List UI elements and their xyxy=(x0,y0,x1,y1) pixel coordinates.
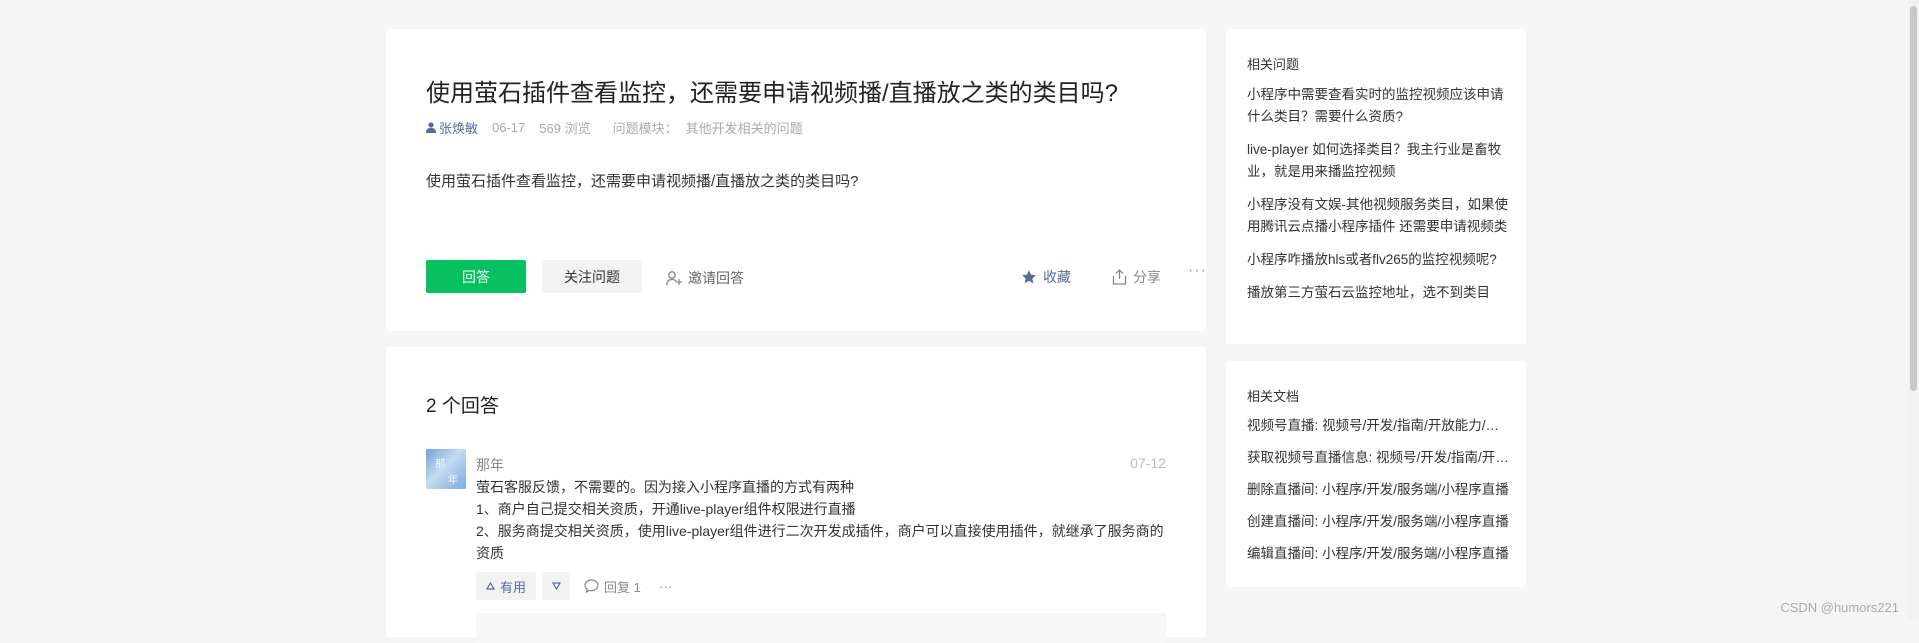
star-icon xyxy=(1022,270,1036,284)
related-doc-link[interactable]: 编辑直播间: 小程序/开发/服务端/小程序直播 xyxy=(1247,543,1509,565)
scrollbar-thumb[interactable] xyxy=(1910,6,1917,391)
invite-user-icon xyxy=(666,270,682,286)
invite-answer-button[interactable]: 邀请回答 xyxy=(666,268,744,288)
not-useful-button[interactable] xyxy=(542,572,571,600)
useful-label: 有用 xyxy=(500,579,527,595)
user-icon xyxy=(426,122,436,133)
reply-area xyxy=(476,613,1166,643)
question-body: 使用萤石插件查看监控，还需要申请视频播/直播放之类的类目吗? xyxy=(426,173,859,190)
answer-more-button[interactable]: ··· xyxy=(659,578,673,594)
related-questions-title: 相关问题 xyxy=(1247,57,1300,72)
share-label: 分享 xyxy=(1133,269,1161,285)
related-questions-card: 相关问题 小程序中需要查看实时的监控视频应该申请什么类目？需要什么资质? liv… xyxy=(1226,29,1526,344)
related-question-link[interactable]: 小程序没有文娱-其他视频服务类目，如果使用腾讯云点播小程序插件 还需要申请视频类… xyxy=(1247,194,1509,238)
answer-line: 2、服务商提交相关资质，使用live-player组件进行二次开发成插件，商户可… xyxy=(476,523,1164,561)
question-title: 使用萤石插件查看监控，还需要申请视频播/直播放之类的类目吗? xyxy=(426,80,1119,107)
comment-icon xyxy=(584,579,599,593)
answer-date: 07-12 xyxy=(1130,455,1166,471)
answer-actions: 有用 回复 1 ··· xyxy=(476,571,673,601)
page-scrollbar[interactable] xyxy=(1908,0,1919,621)
useful-button[interactable]: 有用 xyxy=(476,572,537,600)
related-questions-list: 小程序中需要查看实时的监控视频应该申请什么类目？需要什么资质? live-pla… xyxy=(1247,84,1509,315)
related-docs-title: 相关文档 xyxy=(1247,389,1300,404)
related-question-text: 小程序没有文娱-其他视频服务类目，如果使用腾讯云点播小程序插件 还需要申请视频类… xyxy=(1247,197,1508,234)
module-link[interactable]: 其他开发相关的问题 xyxy=(686,118,803,137)
favorite-button[interactable]: 收藏 xyxy=(1021,267,1071,287)
more-options-button[interactable]: ··· xyxy=(1188,262,1207,280)
answers-count-heading: 2 个回答 xyxy=(426,396,499,417)
related-question-link[interactable]: 播放第三方萤石云监控地址，选不到类目 xyxy=(1247,282,1509,304)
reply-label: 回复 1 xyxy=(604,579,641,595)
favorite-label: 收藏 xyxy=(1043,269,1071,285)
author-link[interactable]: 张焕敏 xyxy=(426,118,478,137)
answers-card: 2 个回答 那年 那年 07-12 萤石客服反馈，不需要的。因为接入小程序直播的… xyxy=(386,347,1206,643)
related-doc-link[interactable]: 删除直播间: 小程序/开发/服务端/小程序直播 xyxy=(1247,479,1509,501)
answer-button[interactable]: 回答 xyxy=(426,260,526,293)
invite-label: 邀请回答 xyxy=(688,270,744,286)
answer-line: 萤石客服反馈，不需要的。因为接入小程序直播的方式有两种 xyxy=(476,479,854,495)
related-question-link[interactable]: 小程序中需要查看实时的监控视频应该申请什么类目？需要什么资质? xyxy=(1247,84,1509,128)
avatar[interactable]: 那年 xyxy=(426,449,466,489)
related-docs-list: 视频号直播: 视频号/开发/指南/开放能力/视频号直播 获取视频号直播信息: 视… xyxy=(1247,415,1509,575)
module-label: 问题模块： xyxy=(612,121,678,136)
triangle-up-icon xyxy=(486,582,495,590)
triangle-down-icon xyxy=(551,582,561,590)
answerer-name[interactable]: 那年 xyxy=(476,455,504,475)
question-card: 使用萤石插件查看监控，还需要申请视频播/直播放之类的类目吗? 张焕敏 06-17… xyxy=(386,29,1206,331)
related-doc-link[interactable]: 视频号直播: 视频号/开发/指南/开放能力/视频号直播 xyxy=(1247,415,1509,437)
related-doc-link[interactable]: 获取视频号直播信息: 视频号/开发/指南/开放能力 xyxy=(1247,447,1509,469)
question-date: 06-17 xyxy=(492,120,526,135)
author-name: 张焕敏 xyxy=(439,121,479,136)
related-doc-link[interactable]: 创建直播间: 小程序/开发/服务端/小程序直播 xyxy=(1247,511,1509,533)
watermark: CSDN @humors221 xyxy=(1780,600,1899,615)
related-docs-card: 相关文档 视频号直播: 视频号/开发/指南/开放能力/视频号直播 获取视频号直播… xyxy=(1226,361,1526,587)
reply-button[interactable]: 回复 1 xyxy=(584,577,641,596)
related-question-link[interactable]: live-player 如何选择类目？我主行业是畜牧业，就是用来播监控视频 xyxy=(1247,139,1509,183)
share-icon xyxy=(1112,269,1127,285)
view-count: 569 浏览 xyxy=(539,121,591,136)
answer-line: 1、商户自己提交相关资质，开通live-player组件权限进行直播 xyxy=(476,501,856,517)
answer-body: 萤石客服反馈，不需要的。因为接入小程序直播的方式有两种 1、商户自己提交相关资质… xyxy=(476,476,1166,564)
question-meta: 张焕敏 06-17 569 浏览 问题模块： 其他开发相关的问题 xyxy=(426,118,803,137)
follow-question-button[interactable]: 关注问题 xyxy=(542,260,642,293)
related-question-link[interactable]: 小程序咋播放hls或者flv265的监控视频呢? xyxy=(1247,249,1509,271)
share-button[interactable]: 分享 xyxy=(1112,267,1161,287)
question-actions: 回答 关注问题 邀请回答 收藏 分享 ··· xyxy=(426,260,1206,293)
